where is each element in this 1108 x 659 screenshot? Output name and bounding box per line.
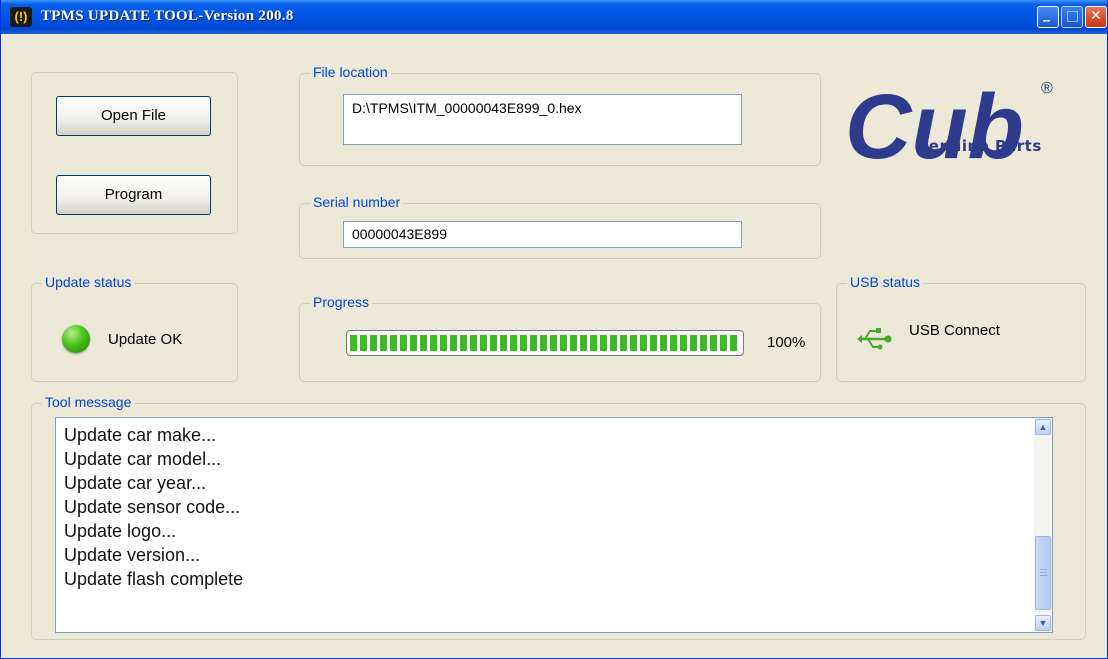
minimize-icon: _ [1043,6,1050,22]
log-line: Update version... [64,545,201,565]
cub-logo: Cub ® Genuine Parts [843,76,1063,180]
tpms-warning-icon: (!) [10,7,32,27]
update-status-text: Update OK [108,331,183,348]
log-line: Update logo... [64,521,177,541]
update-status-group: Update status Update OK [31,274,238,382]
log-line: Update car model... [64,449,222,469]
log-line: Update sensor code... [64,497,241,517]
window-title: TPMS UPDATE TOOL-Version 200.8 [41,8,294,24]
usb-icon [857,328,892,350]
progress-bar [346,330,744,356]
log-line: Update car year... [64,473,207,493]
status-led-icon [62,325,90,353]
file-location-group: File location D:\TPMS\ITM_00000043E899_0… [299,64,821,166]
usb-status-group: USB status USB Connect [836,274,1086,382]
logo-registered-mark: ® [1041,80,1053,97]
message-scrollbar[interactable]: ▲ ▼ [1034,418,1052,632]
log-line: Update flash complete [64,569,244,589]
cub-logo-mark: Cub [845,76,1024,178]
close-button[interactable]: ✕ [1085,6,1107,28]
maximize-button[interactable]: □ [1061,6,1083,28]
grip-line [1040,572,1047,573]
scroll-thumb[interactable] [1035,536,1051,610]
serial-number-legend: Serial number [310,194,404,210]
update-status-legend: Update status [42,274,135,290]
serial-number-field[interactable]: 00000043E899 [343,221,742,248]
usb-status-legend: USB status [847,274,924,290]
grip-line [1040,569,1047,570]
close-icon: ✕ [1090,8,1102,24]
logo-tagline: Genuine Parts [916,137,1042,155]
progress-bar-fill [350,335,740,351]
progress-percent: 100% [767,334,806,351]
title-bar[interactable]: (!) TPMS UPDATE TOOL-Version 200.8 _ □ ✕ [1,0,1107,34]
tool-message-log[interactable]: Update car make... Update car model... U… [55,417,1053,633]
progress-legend: Progress [310,294,373,310]
open-file-button[interactable]: Open File [56,96,211,136]
app-window: (!) TPMS UPDATE TOOL-Version 200.8 _ □ ✕… [0,0,1108,659]
tool-message-legend: Tool message [42,394,135,410]
file-location-legend: File location [310,64,391,80]
log-line: Update car make... [64,425,217,445]
minimize-button[interactable]: _ [1037,6,1059,28]
scroll-up-button[interactable]: ▲ [1035,419,1051,435]
program-button[interactable]: Program [56,175,211,215]
usb-status-text: USB Connect [909,322,1000,339]
actions-group: Open File Program [31,72,238,234]
scroll-down-button[interactable]: ▼ [1035,615,1051,631]
logo-brand-text: Cub [845,80,1024,178]
grip-line [1040,575,1047,576]
file-location-field[interactable]: D:\TPMS\ITM_00000043E899_0.hex [343,94,742,145]
serial-number-group: Serial number 00000043E899 [299,194,821,259]
progress-group: Progress 100% [299,294,821,382]
maximize-icon: □ [1066,8,1080,24]
